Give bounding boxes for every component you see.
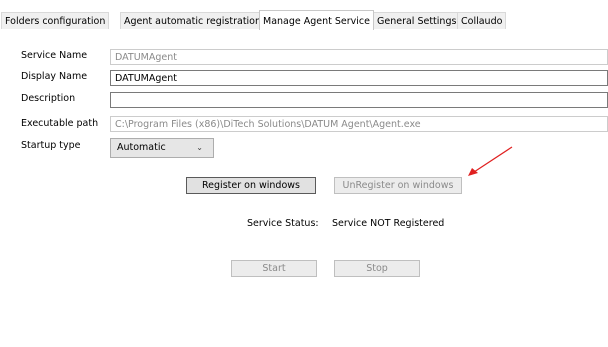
manage-agent-service-panel: Service Name DATUMAgent Display Name DAT… (0, 30, 608, 347)
annotation-arrow-icon (468, 146, 513, 176)
service-status-label: Service Status: (247, 218, 319, 229)
display-name-field[interactable]: DATUMAgent (110, 70, 608, 86)
executable-path-field: C:\Program Files (x86)\DiTech Solutions\… (110, 116, 608, 132)
unregister-on-windows-button[interactable]: UnRegister on windows (334, 177, 462, 194)
start-button[interactable]: Start (231, 260, 317, 277)
description-label: Description (21, 93, 76, 104)
tab-strip: Folders configuration Agent automatic re… (0, 10, 608, 31)
startup-type-label: Startup type (21, 140, 81, 151)
startup-type-select[interactable]: Automatic ⌄ (110, 138, 214, 158)
tab-agent-automatic-registration[interactable]: Agent automatic registration (120, 12, 266, 29)
startup-type-value: Automatic (117, 142, 166, 153)
description-field[interactable] (110, 92, 608, 108)
tab-collaudo[interactable]: Collaudo (457, 12, 507, 29)
display-name-label: Display Name (21, 71, 88, 82)
service-status-value: Service NOT Registered (332, 218, 445, 229)
stop-button[interactable]: Stop (334, 260, 420, 277)
executable-path-label: Executable path (21, 118, 99, 129)
chevron-down-icon: ⌄ (196, 143, 203, 152)
tab-folders-configuration[interactable]: Folders configuration (1, 12, 110, 29)
register-on-windows-button[interactable]: Register on windows (186, 177, 316, 194)
tab-general-settings[interactable]: General Settings (373, 12, 461, 29)
service-name-label: Service Name (21, 50, 88, 61)
tab-manage-agent-service[interactable]: Manage Agent Service (259, 10, 375, 30)
service-name-field: DATUMAgent (110, 49, 608, 65)
